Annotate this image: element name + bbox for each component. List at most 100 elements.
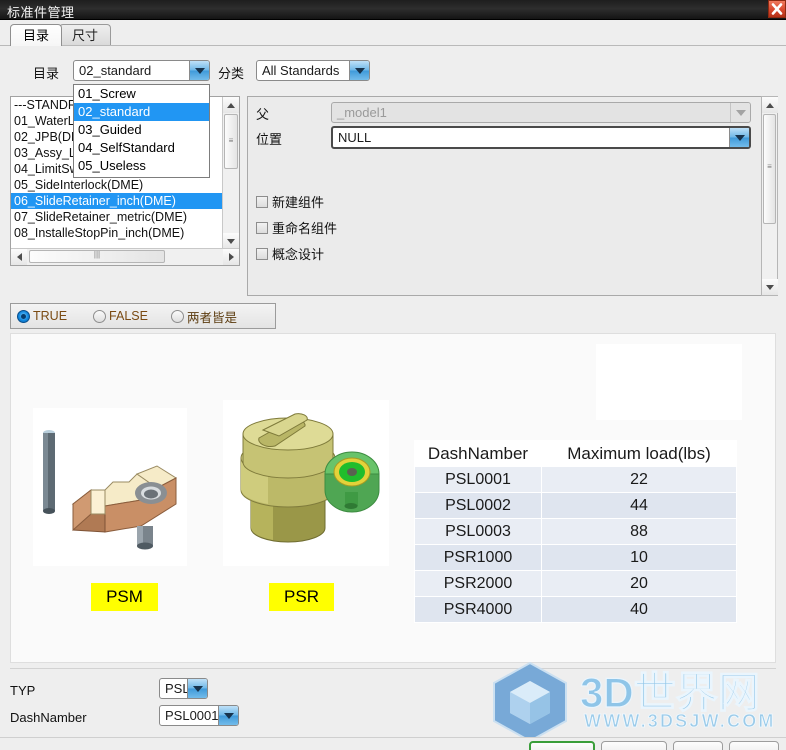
parameter-form: TYP PSL DashNamber PSL0001 xyxy=(10,668,776,726)
dropdown-option[interactable]: 04_SelfStandard xyxy=(74,139,209,157)
cell-maxload: 20 xyxy=(541,570,737,597)
radio-both[interactable]: 两者皆是 xyxy=(170,307,237,326)
checkbox-rename-component[interactable]: 重命名组件 xyxy=(256,218,337,237)
part-label-psm: PSM xyxy=(91,583,158,611)
dropdown-option-selected[interactable]: 02_standard xyxy=(74,103,209,121)
scroll-up-icon[interactable] xyxy=(223,97,239,113)
checkbox-rename-component-label: 重命名组件 xyxy=(272,221,338,236)
window-titlebar: 标准件管理 xyxy=(0,0,786,20)
chevron-down-icon[interactable] xyxy=(349,61,369,80)
chevron-down-icon[interactable] xyxy=(187,679,207,698)
listbox-vertical-scrollbar[interactable]: ≡ xyxy=(222,97,239,249)
dropdown-option[interactable]: 03_Guided xyxy=(74,121,209,139)
table-row[interactable]: PSR4000 40 xyxy=(414,596,737,623)
cell-maxload: 44 xyxy=(541,492,737,519)
scroll-thumb-vertical[interactable]: ≡ xyxy=(763,114,776,224)
dropdown-option[interactable]: 05_Useless xyxy=(74,157,209,175)
radio-false[interactable]: FALSE xyxy=(93,309,148,323)
listbox-horizontal-scrollbar[interactable]: ||| xyxy=(11,248,239,265)
radio-icon[interactable] xyxy=(93,309,107,323)
scroll-thumb-horizontal[interactable]: ||| xyxy=(29,250,165,263)
column-header-maxload: Maximum load(lbs) xyxy=(541,440,737,467)
list-item-selected[interactable]: 06_SlideRetainer_inch(DME) xyxy=(11,193,222,209)
table-row[interactable]: PSR2000 20 xyxy=(414,570,737,597)
table-row[interactable]: PSR1000 10 xyxy=(414,544,737,571)
close-icon[interactable] xyxy=(768,0,786,18)
checkbox-concept-design-label: 概念设计 xyxy=(272,247,325,262)
list-item[interactable]: 05_SideInterlock(DME) xyxy=(11,177,222,193)
tab-catalog-label: 目录 xyxy=(23,28,50,43)
list-item[interactable]: 07_SlideRetainer_metric(DME) xyxy=(11,209,222,225)
cell-dashnamber: PSL0002 xyxy=(414,492,542,519)
checkbox-concept-design[interactable]: 概念设计 xyxy=(256,244,324,263)
cell-dashnamber: PSR1000 xyxy=(414,544,542,571)
blank-placeholder-box xyxy=(596,344,742,420)
category-label: 分类 xyxy=(218,66,245,81)
checkbox-icon[interactable] xyxy=(256,247,268,260)
typ-combobox[interactable]: PSL xyxy=(159,678,208,699)
checkbox-icon[interactable] xyxy=(256,221,268,234)
boolean-filter-radiogroup: TRUE FALSE 两者皆是 xyxy=(10,303,276,329)
scroll-up-icon[interactable] xyxy=(762,97,778,113)
cell-maxload: 22 xyxy=(541,466,737,493)
table-row[interactable]: PSL0001 22 xyxy=(414,466,737,493)
column-header-dashnamber: DashNamber xyxy=(414,440,542,467)
grip-icon: ||| xyxy=(93,250,101,259)
standard-parts-manager-window: 标准件管理 目录 尺寸 目录 02_standard 分类 All Standa… xyxy=(0,0,786,750)
scroll-down-icon[interactable] xyxy=(223,233,239,249)
dropdown-option[interactable]: 01_Screw xyxy=(74,85,209,103)
cell-dashnamber: PSR4000 xyxy=(414,596,542,623)
scroll-thumb-vertical[interactable]: ≡ xyxy=(224,114,238,169)
radio-icon[interactable] xyxy=(170,309,184,323)
scroll-left-icon[interactable] xyxy=(11,249,27,265)
part-label-psr: PSR xyxy=(269,583,334,611)
checkbox-new-component[interactable]: 新建组件 xyxy=(256,192,324,211)
list-item[interactable]: 08_InstalleStopPin_inch(DME) xyxy=(11,225,222,241)
part-image-psr xyxy=(223,400,389,566)
dashnamber-combobox-value: PSL0001 xyxy=(165,708,218,723)
table-row[interactable]: PSL0002 44 xyxy=(414,492,737,519)
preview-area: PSM PSR DashNamber Maximum load(lbs) PSL… xyxy=(10,333,776,663)
part-image-psm xyxy=(33,408,187,566)
tab-bar: 目录 尺寸 xyxy=(0,20,786,46)
cell-dashnamber: PSL0001 xyxy=(414,466,542,493)
panel-vertical-scrollbar[interactable]: ≡ xyxy=(761,96,778,296)
catalog-dropdown-popup[interactable]: 01_Screw 02_standard 03_Guided 04_SelfSt… xyxy=(73,84,210,178)
dialog-button-bar xyxy=(0,737,786,750)
tab-catalog[interactable]: 目录 xyxy=(10,24,63,46)
category-combobox-value: All Standards xyxy=(262,63,340,78)
radio-true-label: TRUE xyxy=(33,309,68,323)
window-title: 标准件管理 xyxy=(7,5,75,20)
table-body: PSL0001 22 PSL0002 44 PSL0003 88 PSR1000… xyxy=(414,466,737,623)
scroll-down-icon[interactable] xyxy=(762,279,778,295)
checkbox-icon[interactable] xyxy=(256,195,268,208)
grip-icon: ≡ xyxy=(228,136,234,145)
parent-combobox[interactable]: _model1 xyxy=(331,102,751,123)
placement-panel: 父 _model1 位置 NULL 新建组件 重命名组件 概念设计 xyxy=(247,96,770,296)
radio-false-label: FALSE xyxy=(109,309,148,323)
radio-both-label: 两者皆是 xyxy=(186,310,237,325)
position-combobox[interactable]: NULL xyxy=(331,126,751,149)
chevron-down-icon[interactable] xyxy=(189,61,209,80)
chevron-down-icon[interactable] xyxy=(218,706,238,725)
position-combobox-value: NULL xyxy=(338,130,372,145)
typ-label: TYP xyxy=(10,683,36,698)
radio-true[interactable]: TRUE xyxy=(17,309,67,323)
table-row[interactable]: PSL0003 88 xyxy=(414,518,737,545)
chevron-down-icon[interactable] xyxy=(730,103,750,122)
category-combobox[interactable]: All Standards xyxy=(256,60,370,81)
catalog-label: 目录 xyxy=(33,66,60,81)
scroll-right-icon[interactable] xyxy=(223,249,239,265)
catalog-combobox-value: 02_standard xyxy=(79,63,152,78)
radio-icon-selected[interactable] xyxy=(17,309,30,323)
dashnamber-combobox[interactable]: PSL0001 xyxy=(159,705,239,726)
typ-combobox-value: PSL xyxy=(165,681,187,696)
parent-label: 父 xyxy=(256,107,270,122)
tab-dimension[interactable]: 尺寸 xyxy=(59,24,112,46)
position-label: 位置 xyxy=(256,132,283,147)
chevron-down-icon[interactable] xyxy=(729,128,749,147)
table-header: DashNamber Maximum load(lbs) xyxy=(414,440,737,467)
catalog-combobox[interactable]: 02_standard xyxy=(73,60,210,81)
cell-maxload: 88 xyxy=(541,518,737,545)
cell-maxload: 40 xyxy=(541,596,737,623)
